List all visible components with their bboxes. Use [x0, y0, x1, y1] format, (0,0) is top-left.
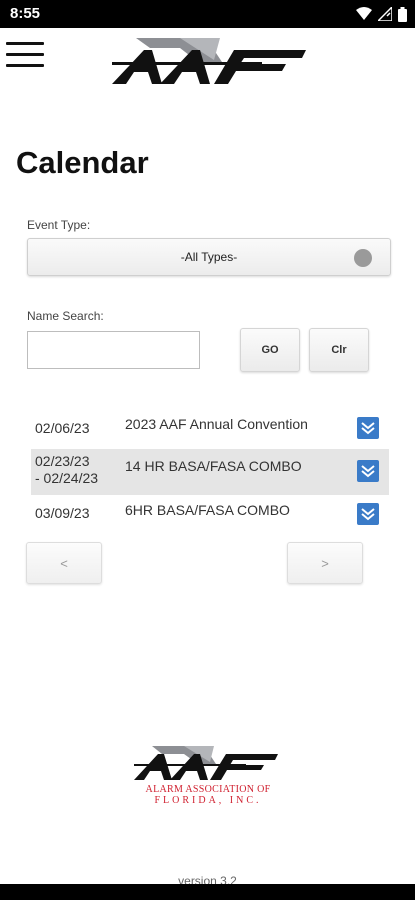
chevron-down-icon[interactable] — [357, 460, 379, 482]
event-name: 6HR BASA/FASA COMBO — [125, 502, 290, 518]
signal-icon — [378, 7, 392, 21]
event-type-value: -All Types- — [180, 250, 238, 264]
dropdown-knob-icon — [354, 249, 372, 267]
footer-org-name: ALARM ASSOCIATION OF FLORIDA, INC. — [145, 784, 271, 806]
status-icons — [356, 6, 407, 22]
wifi-icon — [356, 7, 372, 20]
event-row[interactable]: 02/06/23 2023 AAF Annual Convention — [31, 406, 389, 450]
event-date: 02/06/23 — [35, 420, 90, 436]
name-search-label: Name Search: — [27, 309, 104, 323]
chevron-down-icon[interactable] — [357, 417, 379, 439]
next-page-button[interactable]: > — [287, 542, 363, 584]
event-type-label: Event Type: — [27, 218, 91, 232]
event-date: 03/09/23 — [35, 505, 90, 521]
system-nav-bar — [0, 884, 415, 900]
chevron-down-icon[interactable] — [357, 503, 379, 525]
event-row[interactable]: 02/23/23 - 02/24/23 14 HR BASA/FASA COMB… — [31, 449, 389, 495]
aaf-logo — [112, 38, 306, 84]
previous-page-button[interactable]: < — [26, 542, 102, 584]
hamburger-menu-icon[interactable] — [6, 42, 44, 70]
clear-button[interactable]: Clr — [309, 328, 369, 372]
status-bar: 8:55 — [0, 0, 415, 28]
name-search-input[interactable] — [27, 331, 200, 369]
page-title: Calendar — [16, 145, 149, 180]
status-time: 8:55 — [10, 5, 41, 22]
event-type-select[interactable]: -All Types- — [27, 238, 391, 276]
event-row[interactable]: 03/09/23 6HR BASA/FASA COMBO — [31, 494, 389, 538]
go-button[interactable]: GO — [240, 328, 300, 372]
event-name: 14 HR BASA/FASA COMBO — [125, 458, 302, 474]
event-name: 2023 AAF Annual Convention — [125, 416, 308, 432]
battery-icon — [398, 6, 407, 22]
event-date: 02/23/23 - 02/24/23 — [35, 453, 99, 486]
